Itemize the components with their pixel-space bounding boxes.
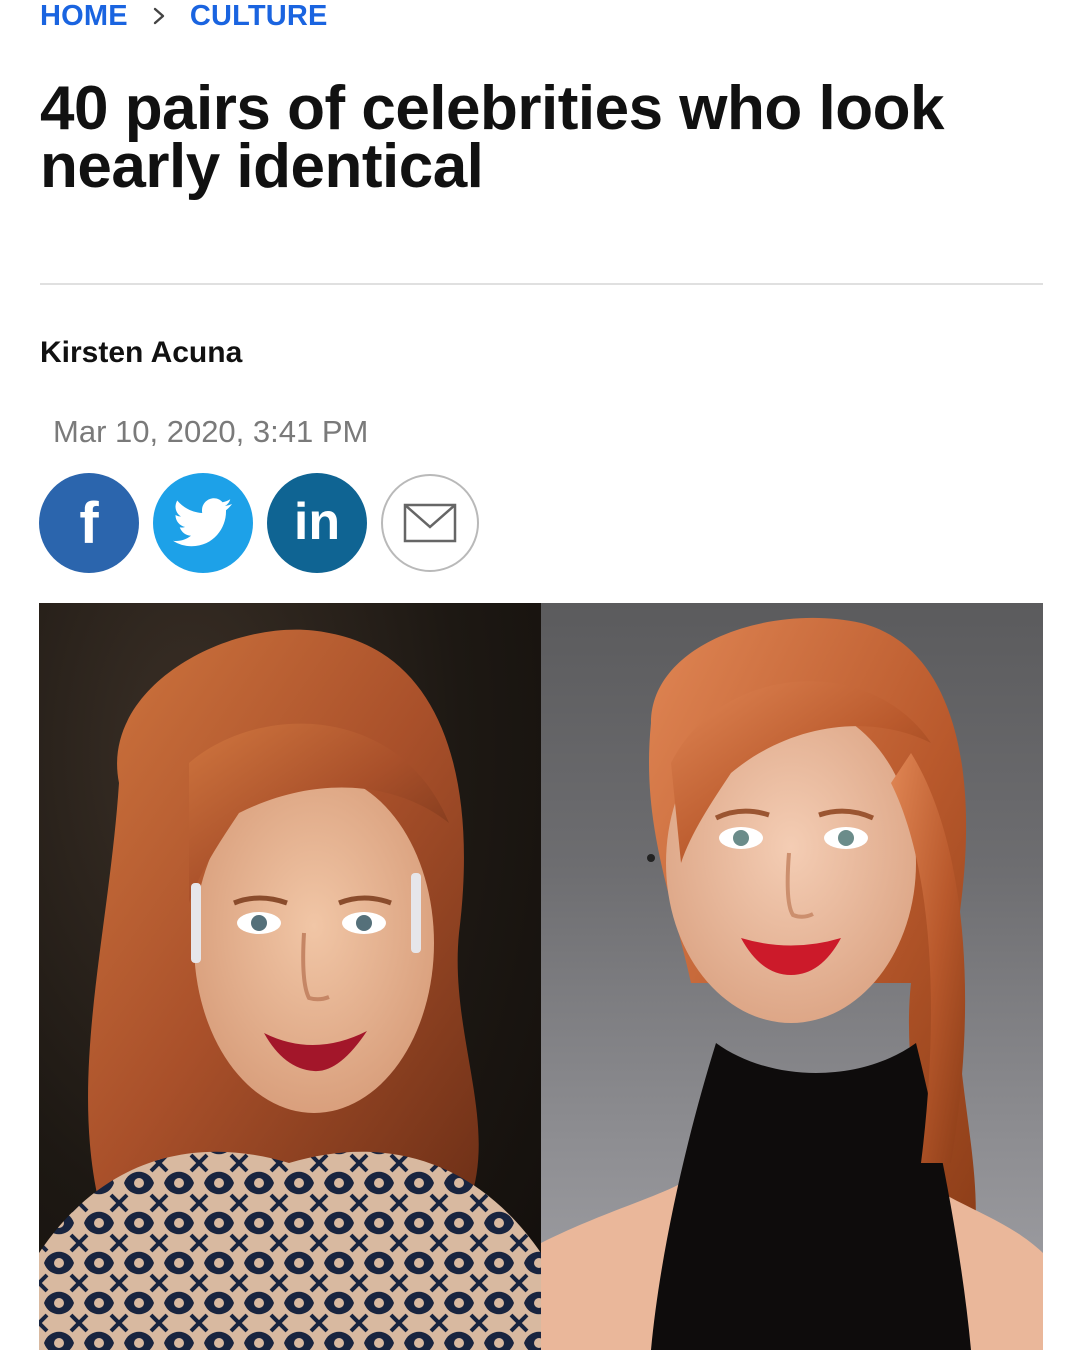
envelope-icon — [403, 503, 457, 543]
email-share-button[interactable] — [381, 474, 479, 572]
breadcrumb-culture-link[interactable]: CULTURE — [190, 0, 328, 33]
chevron-right-icon — [152, 6, 166, 26]
breadcrumb: HOME CULTURE — [40, 0, 328, 36]
author-name[interactable]: Kirsten Acuna — [40, 336, 242, 370]
svg-text:in: in — [294, 493, 340, 551]
facebook-share-button[interactable]: f — [39, 473, 139, 573]
twitter-bird-icon — [173, 498, 232, 547]
share-buttons: f in — [39, 473, 479, 573]
publish-timestamp: Mar 10, 2020, 3:41 PM — [53, 414, 369, 449]
twitter-share-button[interactable] — [153, 473, 253, 573]
hero-image-left-portrait — [39, 603, 541, 1350]
svg-text:f: f — [79, 491, 99, 556]
hero-image — [39, 603, 1043, 1350]
linkedin-share-button[interactable]: in — [267, 473, 367, 573]
hero-image-right-portrait — [541, 603, 1043, 1350]
article-headline: 40 pairs of celebrities who look nearly … — [40, 74, 944, 201]
portrait-illustration-right — [541, 617, 1043, 1350]
header-divider — [40, 283, 1043, 285]
breadcrumb-home-link[interactable]: HOME — [40, 0, 128, 33]
linkedin-icon: in — [294, 493, 340, 551]
facebook-icon: f — [79, 491, 99, 556]
portrait-illustration-left — [39, 629, 541, 1350]
